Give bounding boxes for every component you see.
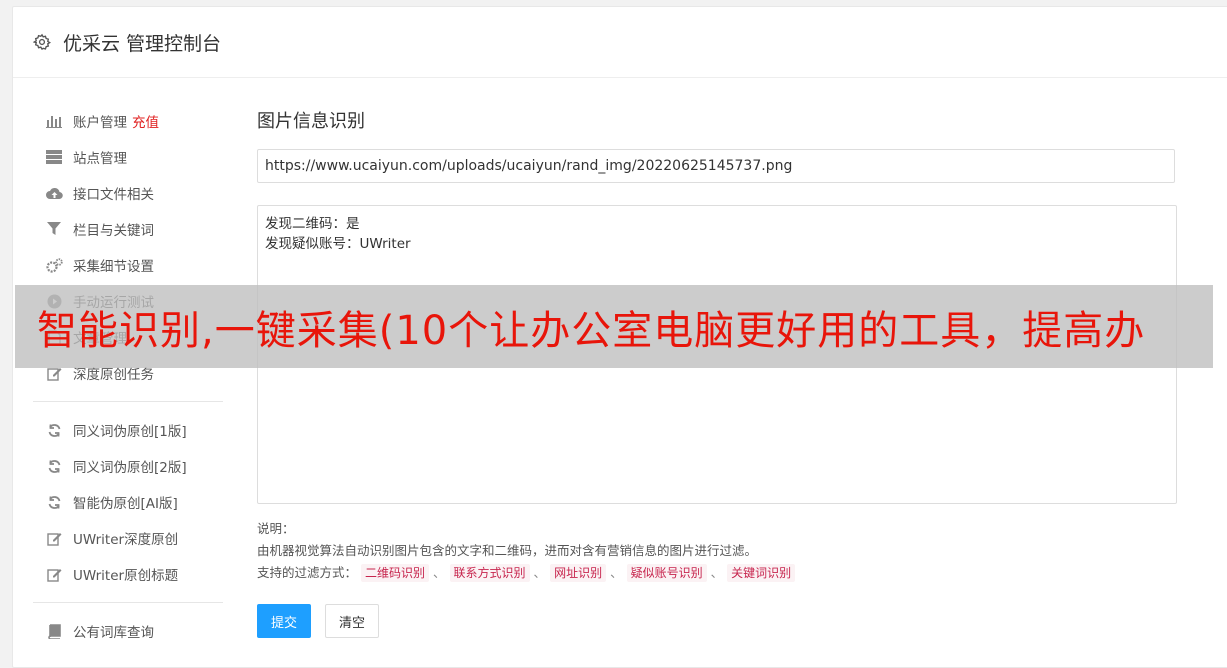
server-icon bbox=[45, 148, 63, 166]
main-panel: 图片信息识别 https://www.ucaiyun.com/uploads/u… bbox=[257, 105, 1177, 638]
sidebar-item[interactable]: 栏目与关键词 bbox=[33, 211, 223, 247]
sidebar-item-label: 智能伪原创[AI版] bbox=[73, 496, 178, 512]
sidebar-item[interactable]: 智能伪原创[AI版] bbox=[33, 484, 223, 520]
recharge-link[interactable]: 充值 bbox=[132, 111, 159, 131]
filter-label: 支持的过滤方式： bbox=[257, 565, 358, 580]
sidebar-divider bbox=[33, 401, 223, 402]
refresh-icon bbox=[45, 457, 63, 475]
tag-separator: 、 bbox=[533, 565, 547, 580]
cloud-upload-icon bbox=[45, 184, 63, 202]
console-header: 优采云 管理控制台 bbox=[13, 7, 1227, 78]
sidebar-item-label: UWriter原创标题 bbox=[73, 568, 179, 584]
edit-icon bbox=[45, 565, 63, 583]
description: 说明： 由机器视觉算法自动识别图片包含的文字和二维码，进而对含有营销信息的图片进… bbox=[257, 518, 1177, 584]
overlay-banner: 智能识别,一键采集(10个让办公室电脑更好用的工具，提高办 bbox=[15, 285, 1213, 368]
filter-tag: 关键词识别 bbox=[727, 564, 796, 582]
description-label: 说明： bbox=[257, 521, 295, 536]
filter-methods: 支持的过滤方式： 二维码识别、联系方式识别、网址识别、疑似账号识别、关键词识别 bbox=[257, 562, 1177, 584]
tag-separator: 、 bbox=[610, 565, 623, 580]
sidebar-item-label: 栏目与关键词 bbox=[73, 223, 154, 239]
cogs-icon bbox=[45, 256, 63, 274]
refresh-icon bbox=[45, 421, 63, 439]
filter-tag: 二维码识别 bbox=[361, 564, 430, 582]
action-buttons: 提交 清空 bbox=[257, 604, 1177, 638]
filter-tag: 网址识别 bbox=[550, 564, 607, 582]
section-title: 图片信息识别 bbox=[257, 111, 365, 132]
sidebar-item[interactable]: 同义词伪原创[1版] bbox=[33, 412, 223, 448]
page-title: 优采云 管理控制台 bbox=[63, 32, 222, 55]
sidebar-item-label: UWriter深度原创 bbox=[73, 532, 179, 548]
description-text: 由机器视觉算法自动识别图片包含的文字和二维码，进而对含有营销信息的图片进行过滤。 bbox=[257, 543, 758, 558]
banner-text: 智能识别,一键采集(10个让办公室电脑更好用的工具，提高办 bbox=[37, 307, 1146, 354]
result-line: 发现疑似账号：UWriter bbox=[265, 236, 411, 252]
gear-icon bbox=[33, 32, 53, 52]
clear-button[interactable]: 清空 bbox=[325, 604, 380, 638]
tag-separator: 、 bbox=[433, 565, 446, 580]
sidebar-item-label: 账户管理 bbox=[73, 115, 127, 131]
sidebar-item[interactable]: UWriter深度原创 bbox=[33, 520, 223, 556]
sidebar-nav: 账户管理充值站点管理接口文件相关栏目与关键词采集细节设置手动运行测试文章管理深度… bbox=[33, 103, 223, 649]
sidebar-item[interactable]: UWriter原创标题 bbox=[33, 556, 223, 592]
sidebar-item-label: 同义词伪原创[1版] bbox=[73, 424, 187, 440]
refresh-icon bbox=[45, 493, 63, 511]
sidebar-item[interactable]: 账户管理 充值 bbox=[33, 103, 223, 139]
filter-tag: 疑似账号识别 bbox=[626, 564, 707, 582]
sidebar-item[interactable]: 站点管理 bbox=[33, 139, 223, 175]
book-icon bbox=[45, 622, 63, 640]
sidebar-item-label: 接口文件相关 bbox=[73, 187, 154, 203]
sidebar-item-label: 站点管理 bbox=[73, 151, 127, 167]
sidebar-item[interactable]: 公有词库查询 bbox=[33, 613, 223, 649]
tag-separator: 、 bbox=[710, 565, 724, 580]
submit-button[interactable]: 提交 bbox=[257, 604, 312, 638]
result-line: 发现二维码：是 bbox=[265, 216, 360, 232]
sidebar-item-label: 同义词伪原创[2版] bbox=[73, 460, 187, 476]
sidebar-item-label: 公有词库查询 bbox=[73, 625, 154, 641]
sidebar-item[interactable]: 同义词伪原创[2版] bbox=[33, 448, 223, 484]
filter-icon bbox=[45, 220, 63, 238]
edit-icon bbox=[45, 529, 63, 547]
sidebar-divider bbox=[33, 602, 223, 603]
sidebar-item-label: 采集细节设置 bbox=[73, 259, 154, 275]
filter-tag: 联系方式识别 bbox=[449, 564, 530, 582]
sidebar-item[interactable]: 采集细节设置 bbox=[33, 247, 223, 283]
sidebar-item[interactable]: 接口文件相关 bbox=[33, 175, 223, 211]
image-url-input[interactable]: https://www.ucaiyun.com/uploads/ucaiyun/… bbox=[257, 149, 1175, 183]
bar-chart-icon bbox=[45, 112, 63, 130]
